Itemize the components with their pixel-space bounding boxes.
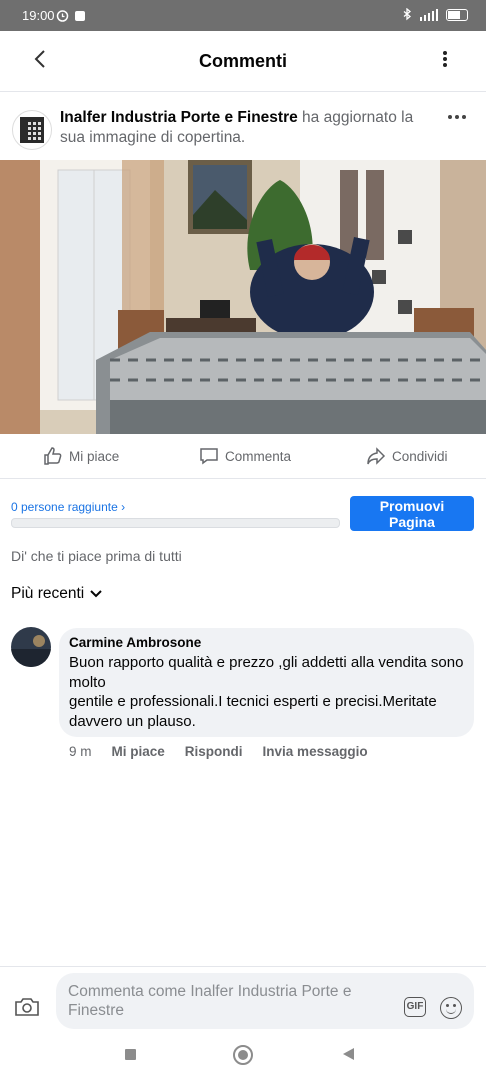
post-description: Inalfer Industria Porte e Finestre ha ag…: [60, 108, 420, 148]
comment-meta: 9 m Mi piace Rispondi Invia messaggio: [69, 744, 368, 759]
send-message-link[interactable]: Invia messaggio: [263, 744, 368, 759]
recents-icon[interactable]: [125, 1049, 136, 1060]
first-like-prompt: Di' che ti piace prima di tutti: [11, 548, 182, 564]
comment-placeholder: Commenta come Inalfer Industria Porte e …: [68, 983, 352, 1019]
comment-text: Buon rapporto qualità e prezzo ,gli adde…: [69, 654, 464, 730]
sort-label: Più recenti: [11, 585, 85, 602]
chevron-right-icon: ›: [121, 500, 126, 514]
page-title: Commenti: [198, 51, 287, 71]
chevron-down-icon: [90, 590, 102, 598]
battery-icon: [446, 8, 468, 21]
notification-icon: [75, 10, 85, 21]
comment-reply-link[interactable]: Rispondi: [185, 744, 243, 759]
status-bar: 19:00: [0, 0, 486, 31]
reach-progress-bar: [11, 518, 340, 528]
camera-icon[interactable]: [14, 997, 40, 1017]
status-time: 19:00: [22, 8, 55, 23]
page-logo[interactable]: [12, 110, 52, 150]
comment-button[interactable]: Commenta: [199, 446, 291, 466]
more-options-icon[interactable]: [442, 49, 448, 71]
post-action-bar: Mi piace Commenta Condividi: [0, 434, 486, 479]
gif-icon[interactable]: GIF: [404, 997, 426, 1017]
cover-photo[interactable]: [0, 160, 486, 434]
sort-dropdown[interactable]: Più recenti: [11, 585, 102, 603]
back-icon[interactable]: [343, 1048, 354, 1060]
share-button[interactable]: Condividi: [366, 446, 448, 466]
thumbs-up-icon: [44, 447, 62, 465]
post-options-icon[interactable]: [448, 115, 466, 119]
page-name-link[interactable]: Inalfer Industria Porte e Finestre: [60, 109, 298, 126]
app-bar: Commenti: [0, 31, 486, 92]
signal-icon: [420, 8, 438, 21]
comment-like-link[interactable]: Mi piace: [112, 744, 165, 759]
share-label: Condividi: [392, 448, 448, 464]
reach-link[interactable]: 0 persone raggiunte ›: [11, 500, 125, 514]
promote-page-button[interactable]: Promuovi Pagina: [350, 496, 474, 531]
alarm-icon: [56, 10, 69, 22]
comment-input[interactable]: Commenta come Inalfer Industria Porte e …: [56, 973, 474, 1029]
like-button[interactable]: Mi piace: [43, 446, 119, 466]
comment-bubble: Carmine Ambrosone Buon rapporto qualità …: [59, 628, 474, 737]
comment-icon: [200, 448, 218, 465]
post-header: Inalfer Industria Porte e Finestre ha ag…: [0, 100, 486, 160]
emoji-icon[interactable]: [440, 997, 462, 1019]
like-label: Mi piace: [69, 448, 120, 464]
commenter-name[interactable]: Carmine Ambrosone: [69, 635, 201, 650]
commenter-avatar[interactable]: [11, 627, 51, 667]
share-icon: [367, 447, 386, 465]
comment-composer: Commenta come Inalfer Industria Porte e …: [0, 966, 486, 1037]
system-nav-bar: [0, 1036, 486, 1080]
comment-time: 9 m: [69, 744, 92, 759]
comment-label: Commenta: [225, 448, 292, 464]
bluetooth-icon: [403, 8, 412, 21]
home-icon[interactable]: [233, 1045, 253, 1065]
